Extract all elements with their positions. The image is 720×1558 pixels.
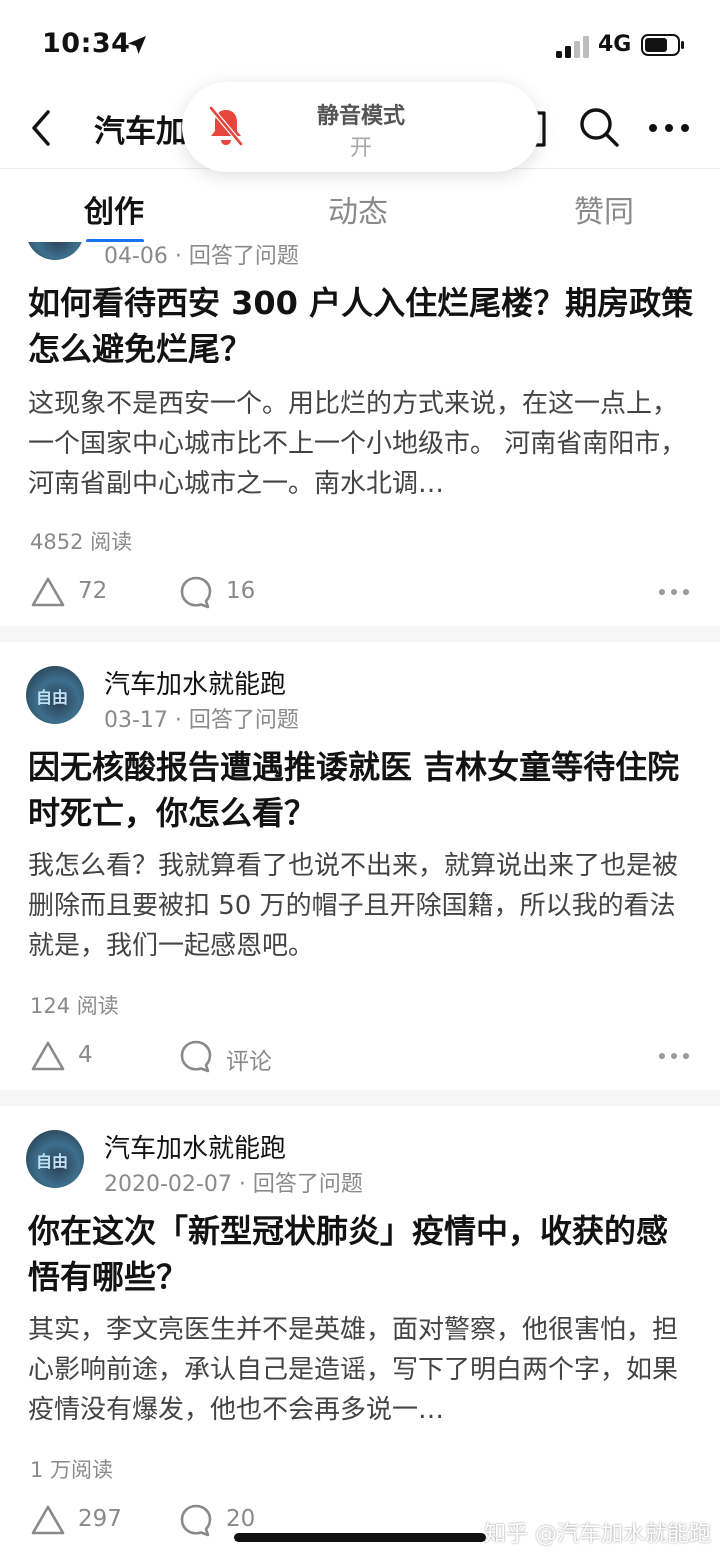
question-title[interactable]: 如何看待西安 300 户人入住烂尾楼？期房政策怎么避免烂尾？ bbox=[28, 280, 696, 372]
answer-meta: 03-17 · 回答了问题 bbox=[104, 708, 299, 733]
read-count: 124 阅读 bbox=[30, 994, 119, 1018]
cellular-signal-icon bbox=[556, 36, 589, 58]
card-more-icon[interactable] bbox=[658, 587, 690, 597]
author-name[interactable]: 汽车加水就能跑 bbox=[104, 1128, 286, 1165]
silent-mode-state: 开 bbox=[349, 136, 372, 161]
home-indicator[interactable] bbox=[234, 1533, 486, 1542]
answer-card[interactable]: 自由 04-06 · 回答了问题 如何看待西安 300 户人入住烂尾楼？期房政策… bbox=[0, 242, 720, 626]
read-count: 4852 阅读 bbox=[30, 530, 133, 554]
silent-mode-banner: 静音模式 开 bbox=[182, 82, 540, 172]
question-title[interactable]: 因无核酸报告遭遇推诿就医 吉林女童等待住院时死亡，你怎么看？ bbox=[28, 744, 696, 836]
status-bar: 10:34 4G bbox=[0, 0, 720, 92]
comment-count[interactable]: 16 bbox=[226, 578, 255, 604]
nav-title: 汽车加 bbox=[94, 114, 187, 150]
search-icon[interactable] bbox=[578, 106, 620, 148]
avatar[interactable]: 自由 bbox=[26, 242, 84, 260]
comment-icon[interactable] bbox=[178, 574, 214, 610]
comment-icon[interactable] bbox=[178, 1502, 214, 1538]
tab-creations[interactable]: 创作 bbox=[84, 187, 144, 231]
answer-meta: 04-06 · 回答了问题 bbox=[104, 244, 299, 269]
card-more-icon[interactable] bbox=[658, 1051, 690, 1061]
silent-mode-title: 静音模式 bbox=[316, 104, 405, 129]
comment-count[interactable]: 20 bbox=[226, 1506, 255, 1532]
answer-excerpt[interactable]: 我怎么看？我就算看了也说不出来，就算说出来了也是被删除而且要被扣 50 万的帽子… bbox=[28, 846, 692, 966]
card-divider bbox=[0, 1090, 720, 1106]
answer-card[interactable]: 自由 汽车加水就能跑 03-17 · 回答了问题 因无核酸报告遭遇推诿就医 吉林… bbox=[0, 642, 720, 1090]
answer-card[interactable]: 自由 汽车加水就能跑 2020-02-07 · 回答了问题 你在这次「新型冠状肺… bbox=[0, 1106, 720, 1558]
question-title[interactable]: 你在这次「新型冠状肺炎」疫情中，收获的感悟有哪些？ bbox=[28, 1208, 696, 1300]
answer-meta: 2020-02-07 · 回答了问题 bbox=[104, 1172, 363, 1197]
more-options-icon[interactable] bbox=[648, 122, 690, 134]
tab-upvotes[interactable]: 赞同 bbox=[574, 187, 634, 231]
avatar[interactable]: 自由 bbox=[26, 666, 84, 724]
location-arrow-icon bbox=[128, 36, 146, 54]
answer-excerpt[interactable]: 其实，李文亮医生并不是英雄，面对警察，他很害怕，担心影响前途，承认自己是造谣，写… bbox=[28, 1310, 692, 1430]
comment-icon[interactable] bbox=[178, 1038, 214, 1074]
upvote-icon[interactable] bbox=[30, 574, 66, 610]
card-divider bbox=[0, 626, 720, 642]
upvote-count[interactable]: 72 bbox=[78, 578, 107, 604]
profile-tabs: 创作 动态 赞同 bbox=[0, 168, 720, 243]
watermark: 知乎 @汽车加水就能跑 bbox=[484, 1522, 711, 1547]
upvote-count[interactable]: 4 bbox=[78, 1042, 93, 1068]
avatar[interactable]: 自由 bbox=[26, 1130, 84, 1188]
upvote-icon[interactable] bbox=[30, 1502, 66, 1538]
upvote-count[interactable]: 297 bbox=[78, 1506, 122, 1532]
network-type: 4G bbox=[598, 32, 632, 57]
upvote-icon[interactable] bbox=[30, 1038, 66, 1074]
status-time: 10:34 bbox=[42, 28, 131, 59]
comment-count[interactable]: 评论 bbox=[226, 1042, 272, 1076]
tab-activity[interactable]: 动态 bbox=[328, 187, 388, 231]
read-count: 1 万阅读 bbox=[30, 1458, 114, 1482]
battery-icon bbox=[641, 34, 684, 56]
back-arrow-icon[interactable] bbox=[28, 108, 54, 148]
author-name[interactable]: 汽车加水就能跑 bbox=[104, 664, 286, 701]
answer-excerpt[interactable]: 这现象不是西安一个。用比烂的方式来说，在这一点上，一个国家中心城市比不上一个小地… bbox=[28, 384, 692, 504]
